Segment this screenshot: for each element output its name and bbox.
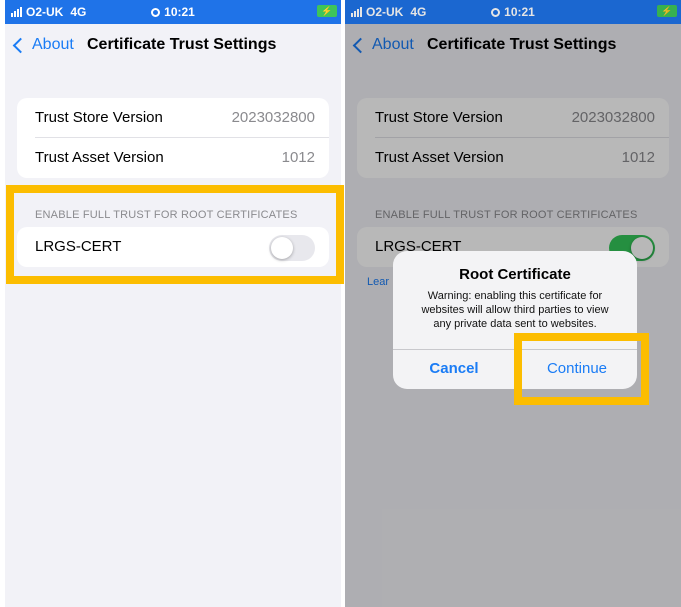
trust-store-value: 2023032800	[231, 109, 315, 126]
status-bar: O2-UK 4G 10:21 ⚡	[5, 0, 341, 24]
chevron-left-icon	[12, 37, 29, 54]
trust-asset-label: Trust Asset Version	[35, 149, 164, 166]
screen-after: O2-UK 4G 10:21 ⚡ About Certificate Trust…	[345, 0, 681, 607]
trust-store-row: Trust Store Version 2023032800	[17, 98, 329, 138]
battery-icon: ⚡	[317, 5, 337, 17]
back-label: About	[32, 36, 74, 53]
screen-before: O2-UK 4G 10:21 ⚡ About Certificate Trust…	[5, 0, 341, 607]
alert-message-line: any private data sent to websites.	[433, 318, 597, 330]
version-group: Trust Store Version 2023032800 Trust Ass…	[17, 98, 329, 178]
time: 10:21	[164, 5, 195, 19]
page-title: Certificate Trust Settings	[87, 36, 277, 53]
alert-message-line: websites will allow third parties to vie…	[421, 304, 609, 316]
highlight-box-toggle-row	[6, 185, 344, 284]
alert-message-line: Warning: enabling this certificate for	[427, 290, 603, 302]
highlight-box-continue	[514, 333, 649, 405]
dim-overlay-top	[345, 0, 681, 24]
trust-asset-value: 1012	[281, 149, 315, 166]
cancel-button[interactable]: Cancel	[393, 349, 515, 389]
alert-title: Root Certificate	[459, 266, 571, 283]
trust-store-label: Trust Store Version	[35, 109, 163, 126]
clock-icon	[151, 8, 161, 17]
back-button[interactable]: About	[12, 36, 74, 54]
nav-bar: About Certificate Trust Settings	[5, 24, 341, 68]
trust-asset-row: Trust Asset Version 1012	[17, 138, 329, 178]
alert-message: Warning: enabling this certificate for w…	[407, 289, 623, 331]
